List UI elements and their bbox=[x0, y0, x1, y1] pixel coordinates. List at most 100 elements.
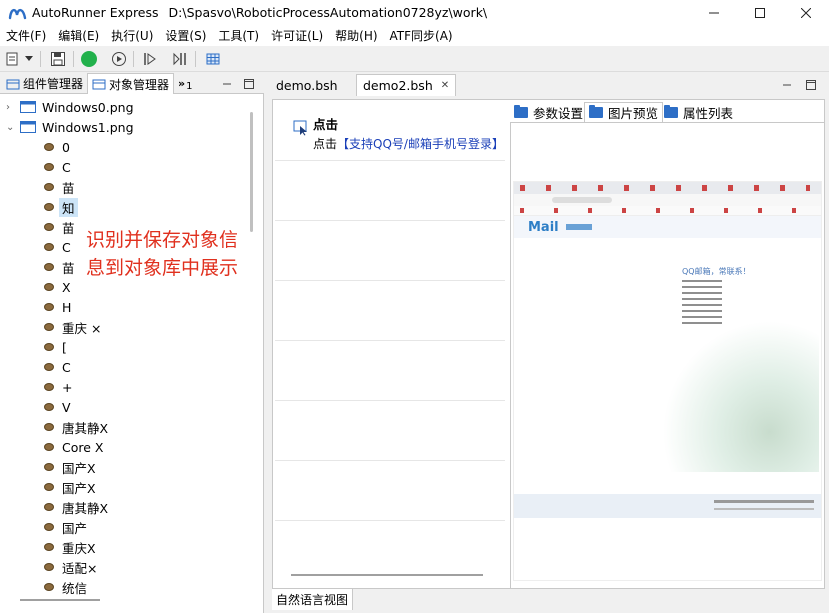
tree-object-node[interactable]: 0 bbox=[44, 137, 70, 157]
tree-object-label: V bbox=[62, 399, 71, 415]
maximize-editor-icon[interactable] bbox=[800, 74, 822, 96]
tab-object-manager-label: 对象管理器 bbox=[109, 77, 170, 92]
tab-demo-bsh[interactable]: demo.bsh bbox=[270, 74, 344, 96]
menu-tools[interactable]: 工具(T) bbox=[212, 27, 265, 44]
tree-object-node[interactable]: 国产 bbox=[44, 517, 87, 537]
editor-status-bar: 自然语言视图 bbox=[272, 588, 825, 610]
tree-object-label: 唐其静X bbox=[62, 500, 109, 516]
tab-object-manager[interactable]: 对象管理器 bbox=[87, 73, 175, 94]
step-into-icon[interactable] bbox=[139, 49, 161, 69]
object-node-icon bbox=[44, 263, 54, 271]
menu-file[interactable]: 文件(F) bbox=[0, 27, 52, 44]
tree-object-node[interactable]: 唐其静X bbox=[44, 497, 108, 517]
folder-icon bbox=[514, 104, 528, 118]
minimize-editor-icon[interactable] bbox=[776, 74, 798, 96]
tree-object-node[interactable]: 国产X bbox=[44, 457, 96, 477]
object-node-icon bbox=[44, 583, 54, 591]
tree-object-node[interactable]: 苗 bbox=[44, 177, 75, 197]
object-node-icon bbox=[44, 403, 54, 411]
object-node-icon bbox=[44, 183, 54, 191]
tree-object-label: C bbox=[62, 359, 71, 375]
tree-object-node[interactable]: 重庆X bbox=[44, 537, 96, 557]
thumb-landscape bbox=[654, 312, 819, 472]
tree-object-label: 知 bbox=[59, 197, 78, 217]
tree-object-node[interactable]: C bbox=[44, 237, 71, 257]
menu-run[interactable]: 执行(U) bbox=[105, 27, 159, 44]
tree-object-node[interactable]: + bbox=[44, 377, 72, 397]
tree-object-node[interactable]: X bbox=[44, 277, 71, 297]
folder-icon bbox=[664, 104, 678, 118]
tab-property-list[interactable]: 属性列表 bbox=[660, 102, 737, 122]
tab-image-preview-label: 图片预览 bbox=[608, 106, 659, 121]
tree-root-windows1[interactable]: ⌄ Windows1.png bbox=[6, 117, 134, 137]
maximize-panel-icon[interactable] bbox=[240, 73, 258, 94]
tree-object-node[interactable]: 知 bbox=[44, 197, 78, 217]
step-desc-target[interactable]: 【支持QQ号/邮箱手机号登录】 bbox=[337, 137, 504, 151]
editor-horizontal-scrollbar[interactable] bbox=[291, 574, 483, 576]
tree-object-node[interactable]: 苗 bbox=[44, 217, 75, 237]
tab-property-list-label: 属性列表 bbox=[683, 105, 734, 121]
step-title[interactable]: 点击 bbox=[313, 114, 338, 133]
tree-object-node[interactable]: H bbox=[44, 297, 71, 317]
run-icon[interactable] bbox=[78, 49, 100, 69]
object-node-icon bbox=[44, 383, 54, 391]
play-circle-icon[interactable] bbox=[108, 49, 130, 69]
close-button[interactable] bbox=[783, 0, 829, 25]
tab-image-preview[interactable]: 图片预览 bbox=[584, 102, 664, 122]
object-table-icon[interactable] bbox=[202, 49, 224, 69]
thumb-footer-links bbox=[714, 500, 814, 503]
tree-object-node[interactable]: [ bbox=[44, 337, 67, 357]
new-dropdown-arrow-icon[interactable] bbox=[22, 49, 36, 69]
save-icon[interactable] bbox=[47, 49, 69, 69]
tree-object-node[interactable]: 苗 bbox=[44, 257, 75, 277]
object-node-icon bbox=[44, 283, 54, 291]
tab-overflow[interactable]: » 1 bbox=[174, 73, 196, 94]
tree-object-label: 唐其静X bbox=[62, 420, 109, 436]
menu-settings[interactable]: 设置(S) bbox=[159, 27, 212, 44]
tree-vertical-scrollbar[interactable] bbox=[250, 112, 253, 232]
tree-object-node[interactable]: C bbox=[44, 157, 71, 177]
tab-component-manager[interactable]: 组件管理器 bbox=[2, 73, 87, 94]
tab-parameter-settings[interactable]: 参数设置 bbox=[510, 102, 587, 122]
menu-edit[interactable]: 编辑(E) bbox=[52, 27, 105, 44]
new-script-icon[interactable] bbox=[2, 49, 24, 69]
tab-demo2-bsh[interactable]: demo2.bsh ✕ bbox=[356, 74, 457, 96]
minimize-panel-icon[interactable] bbox=[218, 73, 236, 94]
image-preview-pane: Mail QQ邮箱，常联系！ bbox=[510, 122, 825, 604]
step-divider bbox=[275, 340, 505, 341]
image-object-icon bbox=[20, 101, 36, 113]
chevron-down-icon[interactable]: ⌄ bbox=[6, 122, 20, 133]
tree-object-node[interactable]: C bbox=[44, 357, 71, 377]
menu-atf-sync[interactable]: ATF同步(A) bbox=[384, 27, 459, 44]
maximize-button[interactable] bbox=[737, 0, 783, 25]
object-node-icon bbox=[44, 543, 54, 551]
tree-object-node[interactable]: 唐其静X bbox=[44, 417, 108, 437]
tree-object-node[interactable]: 统信 bbox=[44, 577, 87, 597]
step-over-icon[interactable] bbox=[170, 49, 192, 69]
tree-object-node[interactable]: Core X bbox=[44, 437, 103, 457]
image-object-icon bbox=[20, 121, 36, 133]
tree-object-label: + bbox=[62, 379, 73, 395]
close-tab-icon[interactable]: ✕ bbox=[441, 80, 449, 91]
object-node-icon bbox=[44, 423, 54, 431]
object-node-icon bbox=[44, 443, 54, 451]
tree-object-node[interactable]: V bbox=[44, 397, 71, 417]
step-divider bbox=[275, 280, 505, 281]
tree-object-node[interactable]: 适配× bbox=[44, 557, 97, 577]
tree-object-node[interactable]: 国产X bbox=[44, 477, 96, 497]
chevron-right-icon[interactable]: › bbox=[6, 102, 20, 113]
tree-object-node[interactable]: 重庆 × bbox=[44, 317, 101, 337]
minimize-button[interactable] bbox=[691, 0, 737, 25]
tab-natural-language-view[interactable]: 自然语言视图 bbox=[272, 589, 354, 610]
menu-help[interactable]: 帮助(H) bbox=[329, 27, 383, 44]
thumb-footer bbox=[514, 494, 821, 518]
step-description[interactable]: 点击【支持QQ号/邮箱手机号登录】 bbox=[313, 135, 504, 152]
menu-bar: 文件(F) 编辑(E) 执行(U) 设置(S) 工具(T) 许可证(L) 帮助(… bbox=[0, 25, 829, 46]
tree-object-label: 重庆 × bbox=[62, 320, 102, 336]
menu-license[interactable]: 许可证(L) bbox=[265, 27, 329, 44]
object-manager-panel: 组件管理器 对象管理器 » 1 › Windows0.png ⌄ Windows… bbox=[0, 72, 264, 613]
tree-root-windows0[interactable]: › Windows0.png bbox=[6, 97, 134, 117]
tree-object-label: 0 bbox=[62, 139, 70, 155]
thumb-header bbox=[514, 216, 821, 238]
tree-horizontal-scrollbar[interactable] bbox=[20, 599, 100, 601]
